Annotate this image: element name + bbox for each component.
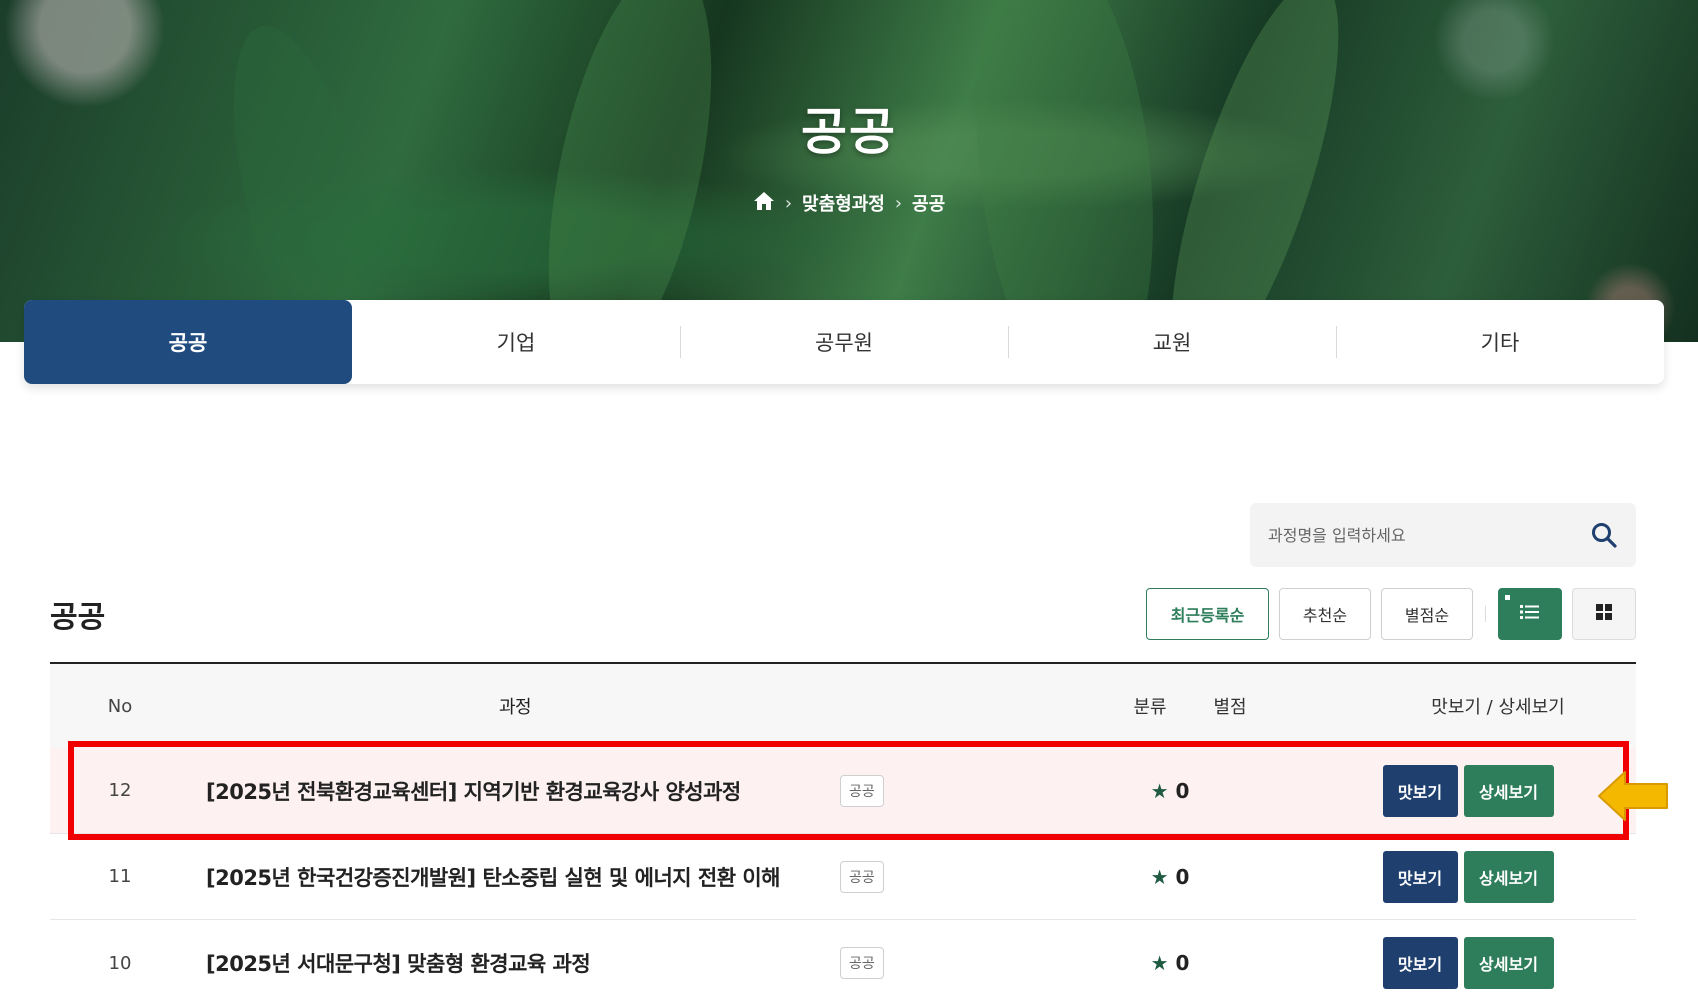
section-title: 공공 [50,600,106,635]
course-title[interactable]: [2025년 전북환경교육센터] 지역기반 환경교육강사 양성과정 [190,776,840,806]
background-decoration [1137,0,1373,342]
header-no: No [107,695,133,717]
header-actions: 맛보기 / 상세보기 [1431,697,1565,718]
course-title[interactable]: [2025년 서대문구청] 맞춤형 환경교육 과정 [190,948,840,978]
home-icon[interactable] [753,191,775,216]
search-box [1250,503,1636,567]
category-badge: 공공 [840,774,884,807]
sort-rating-button[interactable]: 별점순 [1381,588,1473,640]
row-number: 10 [108,952,132,974]
breadcrumb: › 맞춤형과정 › 공공 [0,190,1698,216]
grid-icon [1596,604,1612,624]
detail-button[interactable]: 상세보기 [1463,937,1554,989]
rating: ★ 0 [1040,779,1300,803]
pointer-arrow-icon [1597,770,1669,822]
detail-button[interactable]: 상세보기 [1463,764,1554,817]
category-badge: 공공 [840,947,884,979]
search-icon[interactable] [1590,521,1618,549]
grid-view-button[interactable] [1572,588,1636,640]
search-input[interactable] [1268,525,1590,545]
breadcrumb-item[interactable]: 맞춤형과정 [802,190,885,216]
table-row: 11 [2025년 한국건강증진개발원] 탄소중립 실현 및 에너지 전환 이해… [50,834,1636,920]
hero-banner: 공공 › 맞춤형과정 › 공공 [0,0,1698,342]
row-number: 11 [108,866,132,887]
category-badge: 공공 [840,860,884,893]
tab-teacher[interactable]: 교원 [1008,300,1336,384]
rating: ★ 0 [1040,865,1300,889]
tab-public[interactable]: 공공 [24,300,352,384]
sort-toolbar: 최근등록순 추천순 별점순 [1146,588,1636,640]
header-rating: 별점 [1213,697,1247,718]
course-table: No 과정 분류 별점 맛보기 / 상세보기 12 [2025년 전북환경교육센… [50,662,1636,1006]
chevron-right-icon: › [894,192,903,214]
detail-button[interactable]: 상세보기 [1463,850,1554,903]
background-decoration [956,0,1174,342]
background-decoration [517,0,743,342]
tab-other[interactable]: 기타 [1336,300,1664,384]
header-course: 과정 [498,697,532,718]
table-row: 12 [2025년 전북환경교육센터] 지역기반 환경교육강사 양성과정 공공 … [50,748,1636,834]
tab-civil-servant[interactable]: 공무원 [680,300,1008,384]
category-tabs: 공공 기업 공무원 교원 기타 [24,300,1664,384]
rating-value: 0 [1175,864,1190,889]
breadcrumb-item-current[interactable]: 공공 [912,190,945,216]
list-view-button[interactable] [1498,588,1562,640]
rating-value: 0 [1175,951,1190,975]
preview-button[interactable]: 맛보기 [1382,764,1458,817]
row-number: 12 [108,780,132,801]
table-header: No 과정 분류 별점 맛보기 / 상세보기 [50,662,1636,748]
list-icon [1520,604,1540,624]
table-row: 10 [2025년 서대문구청] 맞춤형 환경교육 과정 공공 ★ 0 맛보기 … [50,920,1636,1006]
star-icon: ★ [1150,864,1169,889]
rating: ★ 0 [1040,951,1300,975]
rating-value: 0 [1175,778,1190,803]
sort-recent-button[interactable]: 최근등록순 [1146,588,1269,640]
course-title[interactable]: [2025년 한국건강증진개발원] 탄소중립 실현 및 에너지 전환 이해 [190,862,840,892]
star-icon: ★ [1150,951,1169,975]
background-decoration [202,10,418,342]
page-title: 공공 [801,103,897,161]
star-icon: ★ [1150,778,1169,803]
preview-button[interactable]: 맛보기 [1382,850,1458,903]
tab-corporate[interactable]: 기업 [352,300,680,384]
preview-button[interactable]: 맛보기 [1382,937,1458,989]
divider [1485,606,1486,622]
chevron-right-icon: › [784,192,793,214]
sort-recommended-button[interactable]: 추천순 [1279,588,1371,640]
